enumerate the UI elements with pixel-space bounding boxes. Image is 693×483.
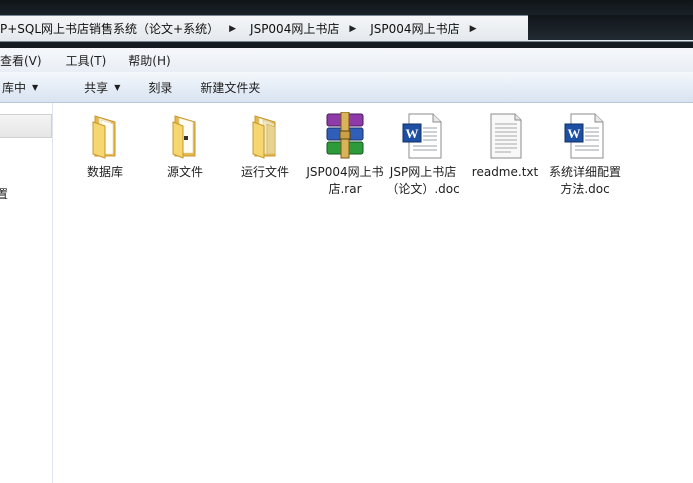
file-name: 系统详细配置方法.doc (548, 165, 621, 196)
word-document-icon: W (561, 112, 609, 160)
file-name: 数据库 (86, 165, 123, 179)
chevron-down-icon: ▼ (114, 82, 121, 92)
command-bar: 库中 ▼ 共享 ▼ 刻录 新建文件夹 (0, 72, 693, 103)
burn-button[interactable]: 刻录 (141, 79, 179, 96)
menu-bar: 查看(V) 工具(T) 帮助(H) (0, 48, 693, 73)
file-item[interactable]: W 系统详细配置方法.doc (546, 112, 624, 198)
file-item[interactable]: JSP004网上书店.rar (306, 111, 384, 198)
share-button[interactable]: 共享 ▼ (77, 79, 127, 96)
breadcrumb-item[interactable]: JSP004网上书店 (364, 20, 465, 37)
nav-selected-item[interactable] (0, 114, 52, 138)
file-name: 源文件 (166, 165, 203, 179)
breadcrumb-separator-icon[interactable]: ▶ (466, 24, 485, 34)
folder-icon (161, 112, 209, 160)
file-item[interactable]: 运行文件 (226, 112, 304, 181)
menu-help[interactable]: 帮助(H) (120, 52, 178, 69)
include-in-library-label: 库中 (2, 80, 27, 95)
address-bar-region: P+SQL网上书店销售系统（论文+系统） ▶ JSP004网上书店 ▶ JSP0… (0, 0, 693, 48)
folder-icon (241, 112, 289, 160)
chevron-down-icon: ▼ (32, 82, 39, 92)
nav-item-label[interactable]: 置 (0, 185, 8, 202)
folder-icon (81, 112, 129, 160)
menu-tools[interactable]: 工具(T) (58, 52, 115, 69)
word-document-icon: W (399, 112, 447, 160)
search-box-region (528, 15, 693, 40)
breadcrumb-separator-icon[interactable]: ▶ (345, 24, 364, 34)
share-label: 共享 (84, 80, 109, 95)
svg-text:W: W (406, 126, 419, 141)
file-item[interactable]: readme.txt (466, 112, 544, 181)
file-name: readme.txt (471, 165, 539, 179)
file-item[interactable]: 源文件 (146, 112, 224, 181)
navigation-pane[interactable]: 置 (0, 103, 53, 483)
include-in-library-button[interactable]: 库中 ▼ (0, 79, 45, 96)
file-name: JSP004网上书店.rar (306, 165, 384, 196)
file-name: JSP网上书店（论文）.doc (386, 165, 460, 196)
winrar-archive-icon (321, 111, 369, 160)
new-folder-button[interactable]: 新建文件夹 (193, 79, 267, 96)
breadcrumb-separator-icon[interactable]: ▶ (225, 24, 244, 34)
menu-view[interactable]: 查看(V) (0, 52, 50, 69)
svg-text:W: W (568, 126, 581, 141)
text-file-icon (481, 112, 529, 160)
file-item[interactable]: 数据库 (66, 112, 144, 181)
file-item[interactable]: W JSP网上书店（论文）.doc (384, 112, 462, 198)
breadcrumb-item[interactable]: P+SQL网上书店销售系统（论文+系统） (0, 20, 225, 37)
breadcrumb-item[interactable]: JSP004网上书店 (244, 20, 345, 37)
file-name: 运行文件 (240, 165, 289, 179)
